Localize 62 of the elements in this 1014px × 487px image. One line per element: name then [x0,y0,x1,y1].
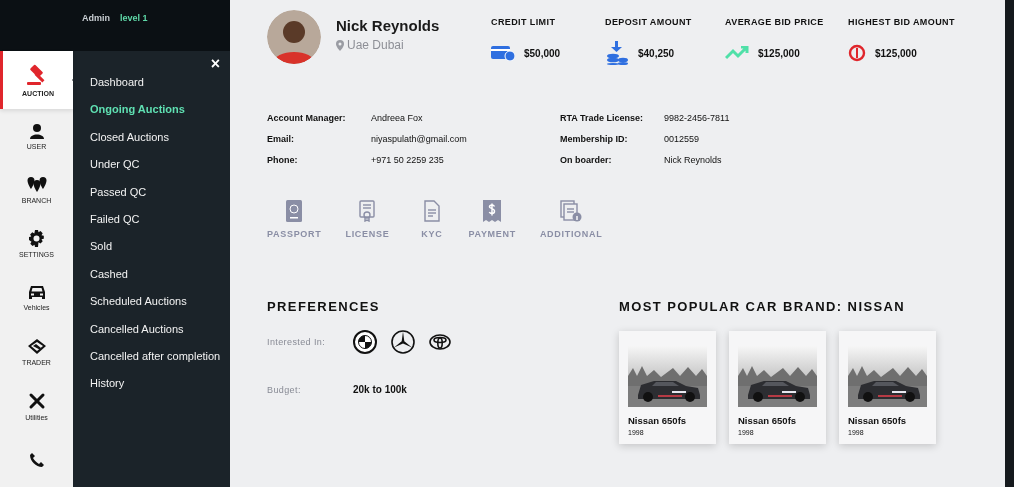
detail-label: Phone: [267,155,299,166]
user-level: level 1 [120,13,148,25]
location-pin-icon [336,39,344,51]
detail-value: 9982-2456-7811 [664,113,731,124]
detail-label: Email: [267,134,295,145]
coins-icon [605,41,629,65]
field-label: Budget: [267,384,302,395]
submenu-item[interactable]: History [90,370,222,398]
user-icon [28,122,45,139]
certificate-icon [359,200,376,222]
detail-label: On boarder: [560,155,613,166]
trend-up-icon [725,46,749,60]
scrollbar[interactable] [1005,0,1014,487]
user-role: Admin [82,13,110,25]
detail-value: Nick Reynolds [664,155,723,166]
car-name: Nissan 650fs [848,415,908,426]
user-name: Nick Reynolds [336,17,441,34]
detail-value: Andreea Fox [371,113,424,124]
submenu-item[interactable]: Passed QC [90,178,222,206]
stat-label: HIGHEST BID AMOUNT [848,17,955,27]
budget-value: 20k to 100k [353,384,407,395]
section-title: MOST POPULAR CAR BRAND: NISSAN [619,299,907,314]
stat-label: CREDIT LIMIT [491,17,557,27]
detail-value: +971 50 2259 235 [371,155,445,166]
map-pins-icon [26,176,47,193]
oval-emblem-icon [429,334,451,350]
section-title: PREFERENCES [267,299,381,314]
stat-value: $125,000 [758,47,800,59]
submenu-item[interactable]: Scheduled Auctions [90,288,222,316]
detail-label: Account Manager: [267,113,347,124]
detail-value: 0012559 [664,134,701,145]
documents-info-icon [560,200,583,222]
user-location: Uae Dubai [347,38,404,52]
submenu-item[interactable]: Closed Auctions [90,123,222,152]
receipt-icon [483,200,502,222]
credit-card-icon [491,45,515,61]
detail-label: RTA Trade License: [560,113,645,124]
stat-label: AVERAGE BID PRICE [725,17,825,27]
detail-value: niyaspulath@gmail.com [371,134,468,145]
quartered-circle-icon [353,330,377,354]
submenu-item[interactable]: Under QC [90,151,222,179]
submenu-item[interactable]: Cashed [90,260,222,289]
stat-value: $125,000 [875,47,917,59]
submenu-item[interactable]: Sold [90,233,222,261]
avatar [267,10,321,64]
car-name: Nissan 650fs [628,415,688,426]
submenu-item[interactable]: Cancelled after completion [90,342,222,371]
document-icon [423,200,440,222]
field-label: Interested In: [267,337,327,347]
passport-icon [286,200,303,222]
phone-icon [28,452,45,468]
stat-label: DEPOSIT AMOUNT [605,17,693,27]
tools-icon [27,391,46,410]
stat-value: $50,000 [524,47,561,59]
stat-value: $40,250 [638,47,675,59]
car-icon [27,285,46,300]
car-name: Nissan 650fs [738,415,798,426]
submenu-item[interactable]: Failed QC [90,205,222,234]
submenu-item[interactable]: Ongoing Auctions [90,96,222,124]
settings-icon [28,230,45,247]
submenu-item[interactable]: Cancelled Auctions [90,315,222,343]
detail-label: Membership ID: [560,134,629,145]
